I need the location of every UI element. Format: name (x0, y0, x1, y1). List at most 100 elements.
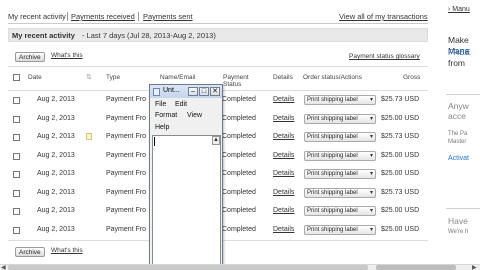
activity-date-range: - Last 7 days (Jul 28, 2013-Aug 2, 2013) (82, 31, 216, 40)
row-action-select[interactable]: Print shipping label ▾ (304, 224, 376, 235)
whats-this-link-top[interactable]: What's this (51, 52, 83, 59)
activate-link[interactable]: Activat (448, 155, 469, 162)
row-details-link[interactable]: Details (273, 133, 294, 140)
row-type: Payment Fro (106, 170, 147, 177)
col-type: Type (106, 74, 121, 81)
minimize-button[interactable]: – (188, 87, 198, 96)
row-gross: $25.00 USD (381, 114, 420, 122)
row-checkbox[interactable] (13, 97, 20, 104)
dropdown-arrow-icon: ▾ (369, 189, 373, 196)
row-status: Completed (222, 207, 256, 214)
row-date: Aug 2, 2013 (37, 133, 75, 140)
nav-underline (8, 23, 428, 24)
row-type: Payment Fro (106, 114, 147, 122)
action-select-label: Print shipping label (307, 189, 358, 196)
action-select-label: Print shipping label (307, 171, 358, 177)
row-date: Aug 2, 2013 (37, 96, 75, 103)
row-action-select[interactable]: Print shipping label ▾ (304, 132, 376, 142)
nav-recent-activity[interactable]: My recent activity (8, 12, 66, 21)
row-status: Completed (222, 170, 256, 177)
row-details-link[interactable]: Details (273, 96, 294, 103)
scroll-right-icon[interactable]: ▶ (472, 264, 477, 270)
menu-view[interactable]: View (187, 112, 202, 119)
promo-line: Make (448, 35, 469, 45)
select-all-checkbox[interactable] (13, 74, 20, 81)
row-type: Payment Fro (106, 207, 147, 214)
whats-this-link-bottom[interactable]: What's this (51, 247, 83, 254)
menu-help[interactable]: Help (155, 124, 169, 131)
row-checkbox[interactable] (13, 152, 20, 160)
nav-divider (138, 12, 139, 21)
row-type: Payment Fro (106, 151, 147, 159)
nav-divider (67, 12, 68, 21)
row-date: Aug 2, 2013 (37, 151, 75, 159)
row-action-select[interactable]: Print shipping label ▾ (304, 169, 376, 179)
row-action-select[interactable]: Print shipping label ▾ (304, 187, 376, 198)
row-checkbox[interactable] (13, 226, 20, 234)
sidebar-divider (446, 208, 480, 209)
row-gross: $25.00 USD (381, 151, 420, 159)
notepad-text-area[interactable] (152, 135, 221, 269)
row-action-select[interactable]: Print shipping label ▾ (304, 150, 376, 161)
row-gross: $25.00 USD (381, 170, 420, 177)
row-status: Completed (222, 188, 256, 196)
row-details-link[interactable]: Details (273, 207, 294, 214)
col-name-email: Name/Email (160, 74, 196, 81)
maximize-button[interactable]: □ (199, 87, 209, 96)
row-action-select[interactable]: Print shipping label ▾ (304, 206, 376, 216)
sidebar-manage-link[interactable]: › Manu (448, 6, 470, 13)
sort-icon[interactable]: ⇅ (86, 74, 96, 81)
menu-file[interactable]: File (155, 101, 166, 108)
menu-format[interactable]: Format (155, 112, 177, 119)
row-status: Completed (222, 151, 256, 159)
scrollbar-thumb[interactable] (8, 265, 368, 270)
action-select-label: Print shipping label (307, 152, 358, 159)
dropdown-arrow-icon: ▾ (369, 208, 373, 214)
notepad-titlebar[interactable]: Unt... – □ ✕ (150, 85, 222, 98)
payment-status-glossary-link[interactable]: Payment status glossary (349, 53, 420, 60)
row-details-link[interactable]: Details (273, 170, 294, 177)
row-date: Aug 2, 2013 (37, 188, 75, 196)
row-gross: $25.00 USD (381, 207, 420, 214)
row-checkbox[interactable] (13, 189, 20, 197)
row-type: Payment Fro (106, 188, 147, 196)
dropdown-arrow-icon: ▾ (369, 171, 373, 177)
note-icon[interactable] (86, 133, 92, 140)
nav-payments-sent[interactable]: Payments sent (143, 12, 193, 21)
row-action-select[interactable]: Print shipping label ▾ (304, 95, 376, 105)
scroll-up-icon[interactable]: ▲ (212, 136, 220, 145)
row-gross: $25.73 USD (381, 133, 420, 140)
col-order-status: Order status/Actions (303, 74, 362, 81)
row-checkbox[interactable] (13, 171, 20, 178)
promo-line: from (448, 58, 465, 68)
scroll-left-icon[interactable]: ◀ (1, 264, 6, 270)
row-status: Completed (222, 225, 256, 233)
view-all-transactions-link[interactable]: View all of my transactions (339, 12, 428, 21)
col-date[interactable]: Date (28, 74, 42, 81)
promo-line: Anyw (448, 101, 469, 111)
promo-small: Master (448, 139, 467, 145)
notepad-app-icon (153, 88, 160, 96)
archive-button-top[interactable]: Archive (15, 52, 45, 62)
row-date: Aug 2, 2013 (37, 170, 75, 177)
table-top-rule (8, 66, 428, 67)
menu-edit[interactable]: Edit (175, 101, 187, 108)
archive-button-bottom[interactable]: Archive (15, 247, 45, 257)
close-button[interactable]: ✕ (210, 87, 220, 96)
row-action-select[interactable]: Print shipping label ▾ (304, 113, 376, 124)
row-details-link[interactable]: Details (273, 152, 294, 159)
activity-title: My recent activity (12, 31, 75, 40)
row-checkbox[interactable] (13, 208, 20, 215)
row-details-link[interactable]: Details (273, 115, 294, 122)
row-details-link[interactable]: Details (273, 189, 294, 196)
promo-small: We're h (448, 229, 469, 235)
notepad-window[interactable]: Unt... – □ ✕ File Edit Format View Help … (149, 84, 223, 270)
row-checkbox[interactable] (13, 115, 20, 123)
nav-payments-received[interactable]: Payments received (71, 12, 135, 21)
row-details-link[interactable]: Details (273, 226, 294, 233)
row-checkbox[interactable] (13, 134, 20, 141)
dropdown-arrow-icon: ▾ (369, 134, 373, 140)
row-gross: $25.73 USD (381, 188, 420, 196)
col-gross: Gross (403, 74, 421, 81)
dropdown-arrow-icon: ▾ (369, 115, 373, 122)
